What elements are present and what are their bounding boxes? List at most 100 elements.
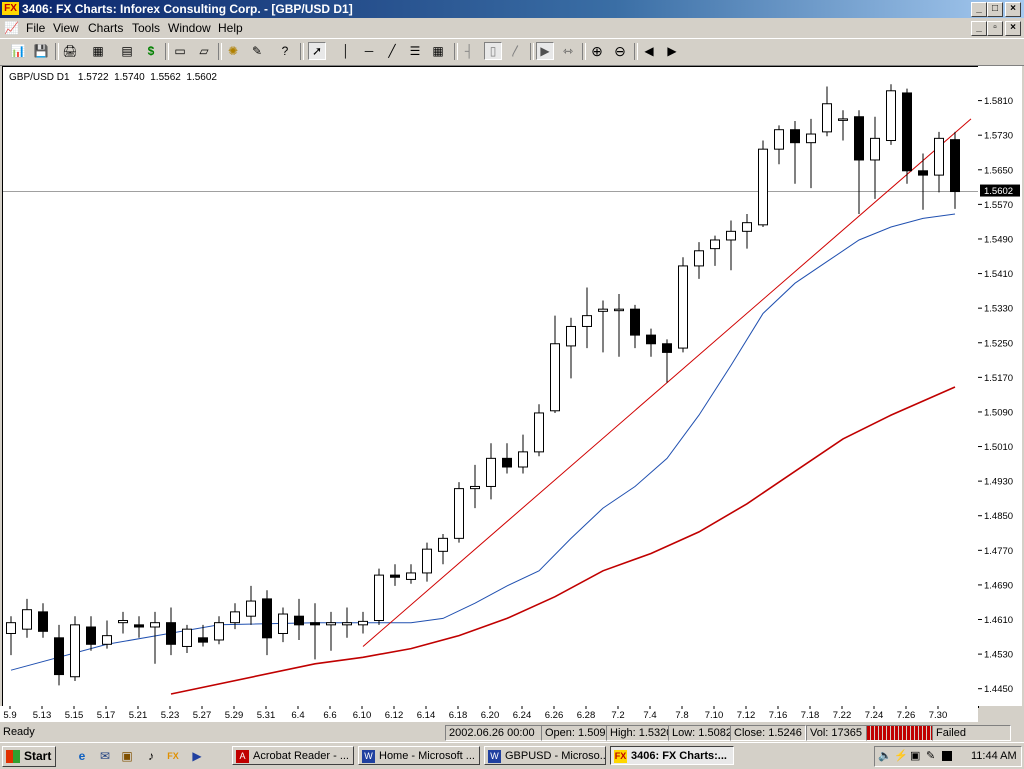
tray-black-icon[interactable] [942,751,952,761]
fx-quicklaunch-icon[interactable]: FX [165,748,181,764]
candle-body [278,613,288,634]
book-icon[interactable]: ▱ [195,42,213,60]
child-restore-button[interactable]: ▫ [987,21,1003,36]
candle-body [102,635,112,645]
candle-body [438,537,448,552]
menu-tools[interactable]: Tools [132,21,160,35]
candle-body [406,572,416,580]
candle-body [950,139,960,193]
price-tick-label: 1.5170 [984,373,1013,384]
task-label: 3406: FX Charts:... [631,750,727,762]
internet-explorer-icon[interactable]: e [74,748,90,764]
note-icon[interactable]: ▭ [171,42,189,60]
candle-body [6,622,16,634]
toolbar-separator [582,43,586,60]
toolbar-separator [454,43,458,60]
date-tick-label: 5.23 [161,710,180,721]
vertical-line-icon[interactable]: │ [337,42,355,60]
task-word-home[interactable]: W Home - Microsoft ... [358,746,480,765]
candle-body [550,343,560,412]
child-close-button[interactable]: × [1005,21,1021,36]
menu-charts[interactable]: Charts [88,21,123,35]
outlook-icon[interactable]: ✉ [97,748,113,764]
app-icon: FX [2,2,19,15]
date-tick-label: 6.24 [513,710,532,721]
grid-icon[interactable]: ▦ [429,42,447,60]
date-tick-label: 7.22 [833,710,852,721]
tray-app-icon[interactable]: ▣ [910,749,920,762]
tray-tools-icon[interactable]: ✎ [926,749,935,762]
status-ready: Ready [3,726,35,738]
candle-body [678,265,688,349]
autoscroll-icon[interactable]: ⇿ [559,42,577,60]
trendline [362,118,972,647]
candle-body [166,622,176,645]
calculator-icon[interactable]: ▤ [118,42,136,60]
properties-icon[interactable]: ▦ [89,42,107,60]
sun-icon[interactable]: ✺ [224,42,242,60]
close-button[interactable]: × [1005,2,1021,17]
candle-body [470,485,480,490]
save-icon[interactable]: 💾 [32,42,50,60]
title-bar[interactable]: FX 3406: FX Charts: Inforex Consulting C… [0,0,1024,18]
price-tick-label: 1.4610 [984,615,1013,626]
fibonacci-icon[interactable]: ☰ [406,42,424,60]
candle-body [374,574,384,622]
candle-body [134,624,144,628]
zoom-out-icon[interactable]: ⊖ [611,42,629,60]
horizontal-line-icon[interactable]: ─ [360,42,378,60]
date-tick-label: 6.10 [353,710,372,721]
chart-area[interactable]: GBP/USD D1 1.5722 1.5740 1.5562 1.5602 [2,66,979,708]
new-chart-icon[interactable]: 📊 [9,42,27,60]
minimize-button[interactable]: _ [971,2,987,17]
help-icon[interactable]: ? [276,42,294,60]
candle-body [566,325,576,347]
candle-body [358,620,368,626]
status-datetime: 2002.06.26 00:00 [445,725,542,741]
child-minimize-button[interactable]: _ [971,21,987,36]
line-chart-icon[interactable]: 〳 [507,42,525,60]
candlestick-icon[interactable]: ▯ [484,42,502,60]
menu-file[interactable]: File [26,21,45,35]
price-tick-label: 1.4850 [984,511,1013,522]
print-icon[interactable]: 🖨 [61,42,79,60]
start-button[interactable]: Start [2,746,56,767]
candle-body [246,600,256,617]
scroll-left-icon[interactable]: ◀ [640,42,658,60]
candle-body [422,548,432,574]
zoom-in-icon[interactable]: ⊕ [588,42,606,60]
media-icon[interactable]: ♪ [143,748,159,764]
task-acrobat[interactable]: A Acrobat Reader - ... [232,746,354,765]
tools-icon[interactable]: ✎ [248,42,266,60]
date-axis-labels: 5.9 5.13 5.15 5.17 5.21 5.23 5.27 5.29 5.31 6.4 6.… [3,706,947,721]
shift-icon[interactable]: ▶ [536,42,554,60]
scroll-right-icon[interactable]: ▶ [663,42,681,60]
toolbar-separator [55,43,59,60]
candle-body [502,457,512,468]
volume-icon[interactable]: 🔈 [878,749,892,762]
candle-body [902,92,912,172]
trendline-icon[interactable]: ╱ [383,42,401,60]
price-tick-label: 1.5730 [984,131,1013,142]
date-tick-label: 5.29 [225,710,244,721]
network-icon[interactable]: ⚡ [894,749,908,762]
bar-chart-icon[interactable]: ┤ [460,42,478,60]
task-word-gbpusd[interactable]: W GBPUSD - Microso... [484,746,606,765]
dollar-icon[interactable]: $ [142,42,160,60]
chart-window-icon[interactable]: 📈 [4,21,19,35]
candle-body [838,118,848,121]
desktop-icon[interactable]: ▣ [119,748,135,764]
menu-view[interactable]: View [53,21,79,35]
menu-window[interactable]: Window [168,21,211,35]
menu-help[interactable]: Help [218,21,243,35]
maximize-button[interactable]: □ [987,2,1003,17]
date-tick-label: 5.9 [3,710,16,721]
price-tick-label: 1.5250 [984,338,1013,349]
date-tick-label: 6.14 [417,710,436,721]
task-fx-charts[interactable]: FX 3406: FX Charts:... [610,746,734,765]
media-player-icon[interactable]: ▶ [189,748,205,764]
date-tick-label: 5.31 [257,710,276,721]
slow-moving-average-line [170,386,956,695]
fast-moving-average-line [10,213,956,671]
cursor-icon[interactable]: ➚ [308,42,326,60]
